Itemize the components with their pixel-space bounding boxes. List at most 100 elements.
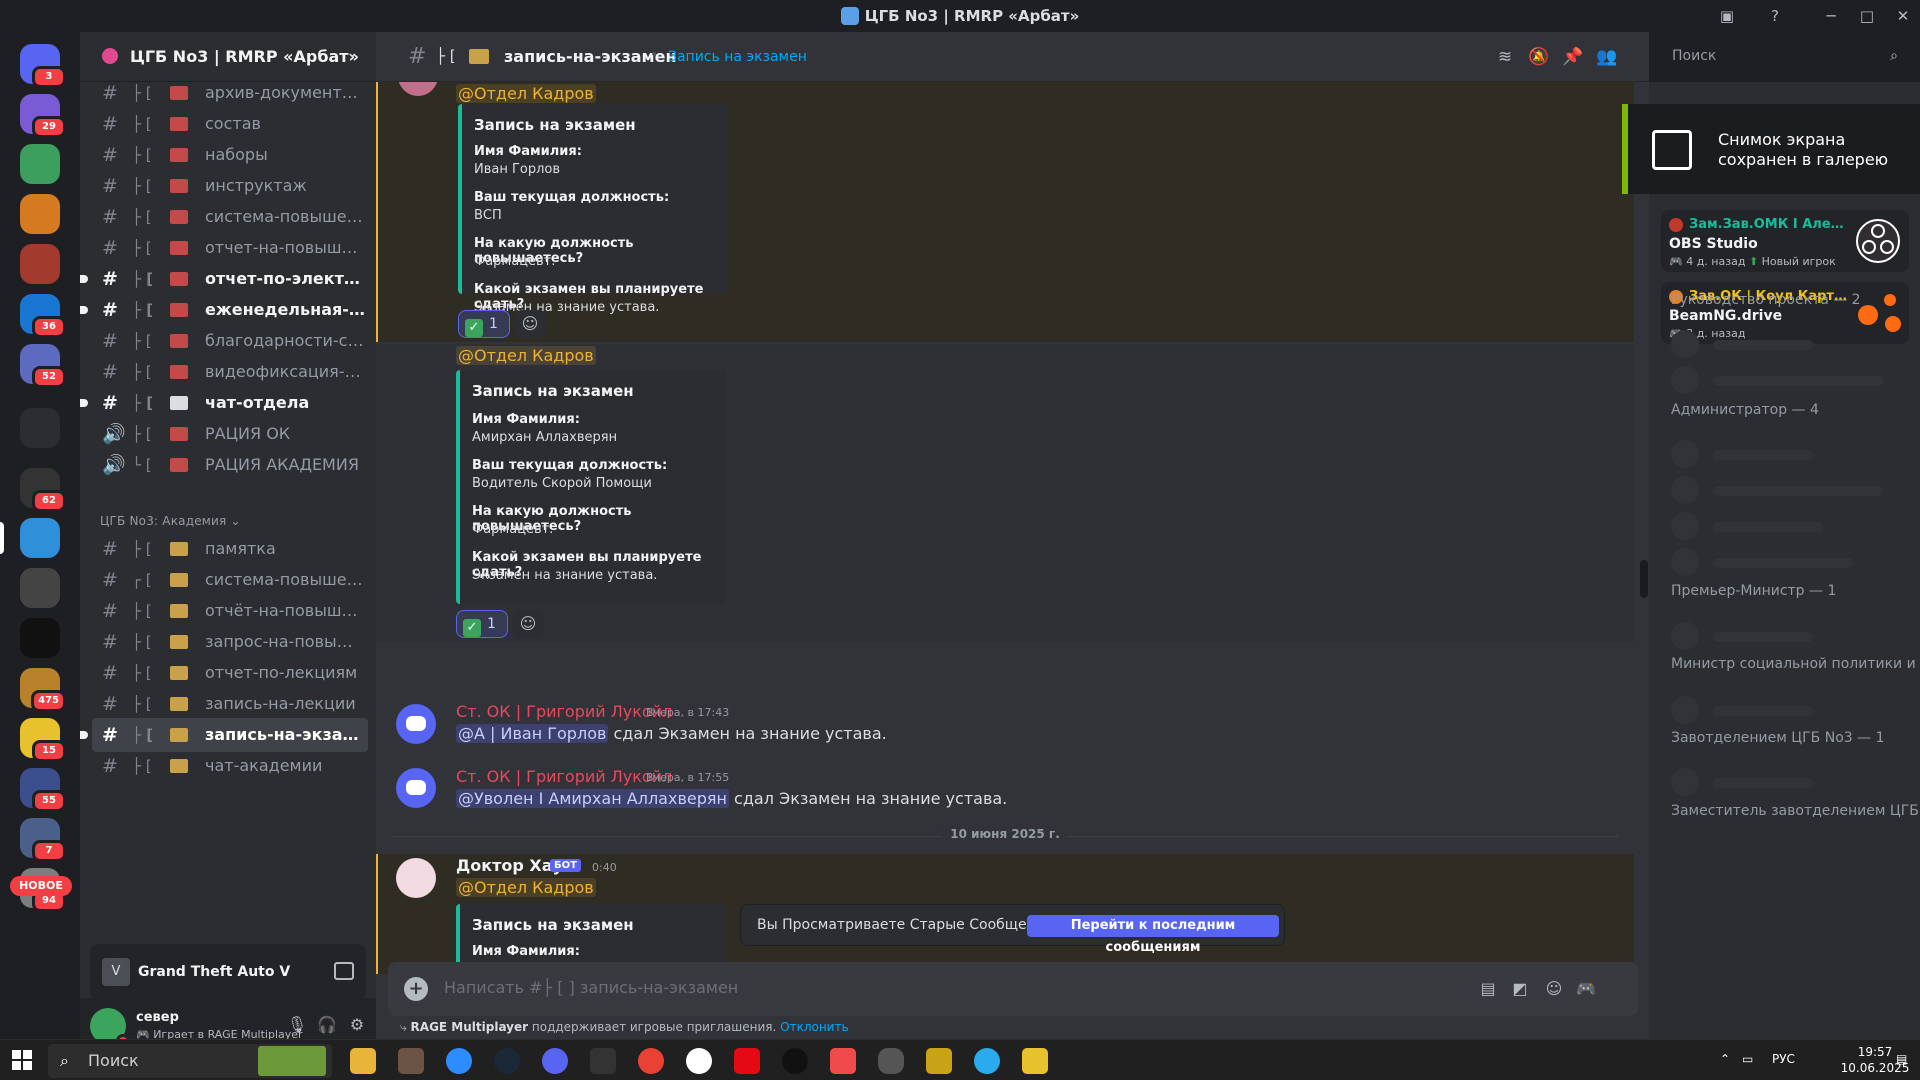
server-icon-15[interactable]: 7 — [20, 818, 66, 862]
reaction-checkmark[interactable]: ✓ 1 — [458, 310, 510, 338]
microphone-icon[interactable]: 🎙 — [286, 1014, 308, 1036]
game-activity-card[interactable]: V Grand Theft Auto V — [90, 944, 366, 1000]
steam-icon[interactable] — [494, 1048, 520, 1074]
server-icon-3[interactable] — [20, 194, 60, 234]
role-mention[interactable]: @Отдел Кадров — [456, 346, 596, 365]
server-icon-4[interactable] — [20, 244, 60, 284]
telegram-icon[interactable] — [974, 1048, 1000, 1074]
category-header[interactable]: ЦГБ No3: Академия ⌄ — [100, 514, 241, 528]
taskbar-search[interactable]: ⌕ Поиск — [48, 1044, 332, 1078]
activities-icon[interactable]: 🎮 — [1574, 977, 1598, 1001]
dismiss-link[interactable]: Отклонить — [780, 1020, 848, 1034]
mouse-app-icon[interactable] — [878, 1048, 904, 1074]
channel-item[interactable]: # ├ [инструктаж — [92, 169, 368, 203]
file-explorer-icon[interactable] — [350, 1048, 376, 1074]
add-reaction-icon[interactable]: ☺ — [512, 610, 544, 638]
lock-app-icon[interactable] — [926, 1048, 952, 1074]
channel-item[interactable]: # ├ [отчет-по-электронн... — [80, 262, 368, 296]
server-icon-13[interactable]: 15 — [20, 718, 66, 762]
channel-item[interactable]: 🔊 ├ [РАЦИЯ ОК — [92, 417, 368, 451]
server-icon-9[interactable] — [0, 518, 60, 558]
reaction-checkmark[interactable]: ✓ 1 — [456, 610, 508, 638]
channel-item[interactable]: # ├ [наборы — [92, 138, 368, 172]
channel-item[interactable]: # ├ [запрос-на-повышен... — [92, 625, 368, 659]
scrollbar-thumb[interactable] — [1640, 560, 1648, 598]
message-input[interactable]: + Написать #├ [ ] запись-на-экзамен ▤ ◩ … — [388, 962, 1638, 1016]
server-icon-10[interactable] — [20, 568, 60, 608]
avatar[interactable] — [396, 768, 436, 808]
sticker-icon[interactable]: ◩ — [1508, 977, 1532, 1001]
channel-item[interactable]: # ├ [отчет-по-лекциям — [92, 656, 368, 690]
user-mention[interactable]: @A | Иван Горлов — [456, 724, 609, 743]
channel-item[interactable]: # ├ [памятка — [92, 532, 368, 566]
server-icon-2[interactable] — [20, 144, 60, 184]
red-app-icon[interactable] — [734, 1048, 760, 1074]
server-icon-7[interactable] — [20, 408, 60, 448]
pinned-messages-icon[interactable]: 📌 — [1562, 46, 1584, 68]
channel-item[interactable]: # ├ [отчёт-на-повышение — [92, 594, 368, 628]
role-mention[interactable]: @Отдел Кадров — [456, 878, 596, 897]
role-mention[interactable]: @Отдел Кадров — [456, 84, 596, 103]
channel-item[interactable]: # ├ [запись-на-лекции — [92, 687, 368, 721]
network-icon[interactable]: ▭ — [1742, 1052, 1753, 1066]
server-icon-0[interactable]: 3 — [20, 44, 66, 88]
circle-app-icon[interactable] — [782, 1048, 808, 1074]
message-author[interactable]: Ст. ОК | Григорий Лукойл — [456, 767, 672, 786]
server-icon-8[interactable]: 62 — [20, 468, 66, 512]
cloud-app-icon[interactable] — [830, 1048, 856, 1074]
channel-topic[interactable]: Запись на экзамен — [668, 49, 807, 65]
server-icon-5[interactable]: 36 — [20, 294, 66, 338]
server-icon-6[interactable]: 52 — [20, 344, 66, 388]
notifications-muted-icon[interactable]: 🔕 — [1528, 46, 1550, 68]
server-icon-1[interactable]: 29 — [20, 94, 66, 138]
zoom-icon[interactable] — [446, 1048, 472, 1074]
headphones-icon[interactable]: 🎧 — [316, 1014, 338, 1036]
rage-mp-icon[interactable] — [1022, 1048, 1048, 1074]
notifications-icon[interactable]: ▤ — [1896, 1052, 1907, 1066]
yandex-browser-icon[interactable] — [686, 1048, 712, 1074]
avatar[interactable] — [398, 82, 438, 96]
channel-item[interactable]: # ├ [благодарности-сотр... — [92, 324, 368, 358]
channel-item[interactable]: # ├ [отчет-на-повышени... — [92, 231, 368, 265]
server-icon-14[interactable]: 55 — [20, 768, 66, 812]
minimize-icon[interactable]: ─ — [1820, 5, 1842, 27]
screenshot-saved-toast[interactable]: Снимок экрана сохранен в галерею — [1622, 104, 1920, 194]
chevron-down-icon[interactable]: ⌄ — [346, 45, 358, 61]
channel-item[interactable]: # ┌ [система-повышения... — [92, 563, 368, 597]
channel-item[interactable]: # ├ [видеофиксация-экза... — [92, 355, 368, 389]
search-input[interactable]: Поиск ⌕ — [1662, 42, 1906, 70]
tray-chevron-icon[interactable]: ⌃ — [1720, 1052, 1730, 1066]
add-reaction-icon[interactable]: ☺ — [514, 310, 546, 338]
inbox-icon[interactable]: ▣ — [1716, 5, 1738, 27]
channel-item[interactable]: # ├ [еженедельная-отчет... — [80, 293, 368, 327]
channel-item[interactable]: # ├ [чат-отдела — [80, 386, 368, 420]
server-icon-12[interactable]: 475 — [20, 668, 66, 712]
avatar[interactable] — [1669, 218, 1683, 232]
keyboard-language[interactable]: РУС — [1772, 1052, 1795, 1066]
threads-icon[interactable]: ≋ — [1494, 46, 1516, 68]
avatar[interactable] — [396, 858, 436, 898]
settings-gear-icon[interactable]: ⚙ — [346, 1014, 368, 1036]
discord-taskbar-icon[interactable] — [542, 1048, 568, 1074]
channel-item[interactable]: # ├ [архив-документации — [92, 82, 368, 110]
epic-games-icon[interactable] — [590, 1048, 616, 1074]
server-icon-11[interactable] — [20, 618, 60, 658]
channel-item[interactable]: # ├ [запись-на-экзамен — [80, 718, 368, 752]
channel-item[interactable]: # ├ [система-повышения — [92, 200, 368, 234]
add-attachment-icon[interactable]: + — [404, 977, 428, 1001]
new-indicator[interactable]: НОВОЕ — [10, 876, 72, 896]
message-author[interactable]: Ст. ОК | Григорий Лукойл — [456, 702, 672, 721]
jump-to-present-button[interactable]: Перейти к последним сообщениям — [1027, 915, 1279, 955]
help-icon[interactable]: ? — [1764, 5, 1786, 27]
stream-icon[interactable] — [334, 962, 354, 980]
username[interactable]: север — [136, 1010, 179, 1025]
user-mention[interactable]: @Уволен I Амирхан Аллахверян — [456, 789, 729, 808]
server-header[interactable]: ЦГБ No3 | RMRP «Арбат» ⌄ — [80, 32, 376, 82]
windows-start-icon[interactable] — [12, 1050, 32, 1070]
activity-user-name[interactable]: Зам.Зав.ОМК I Алексей... — [1689, 217, 1849, 232]
gif-icon[interactable]: ▤ — [1476, 977, 1500, 1001]
avatar[interactable] — [396, 704, 436, 744]
channel-item[interactable]: # ├ [чат-академии — [92, 749, 368, 783]
emoji-icon[interactable]: ☺ — [1542, 977, 1566, 1001]
channel-item[interactable]: # ├ [состав — [92, 107, 368, 141]
